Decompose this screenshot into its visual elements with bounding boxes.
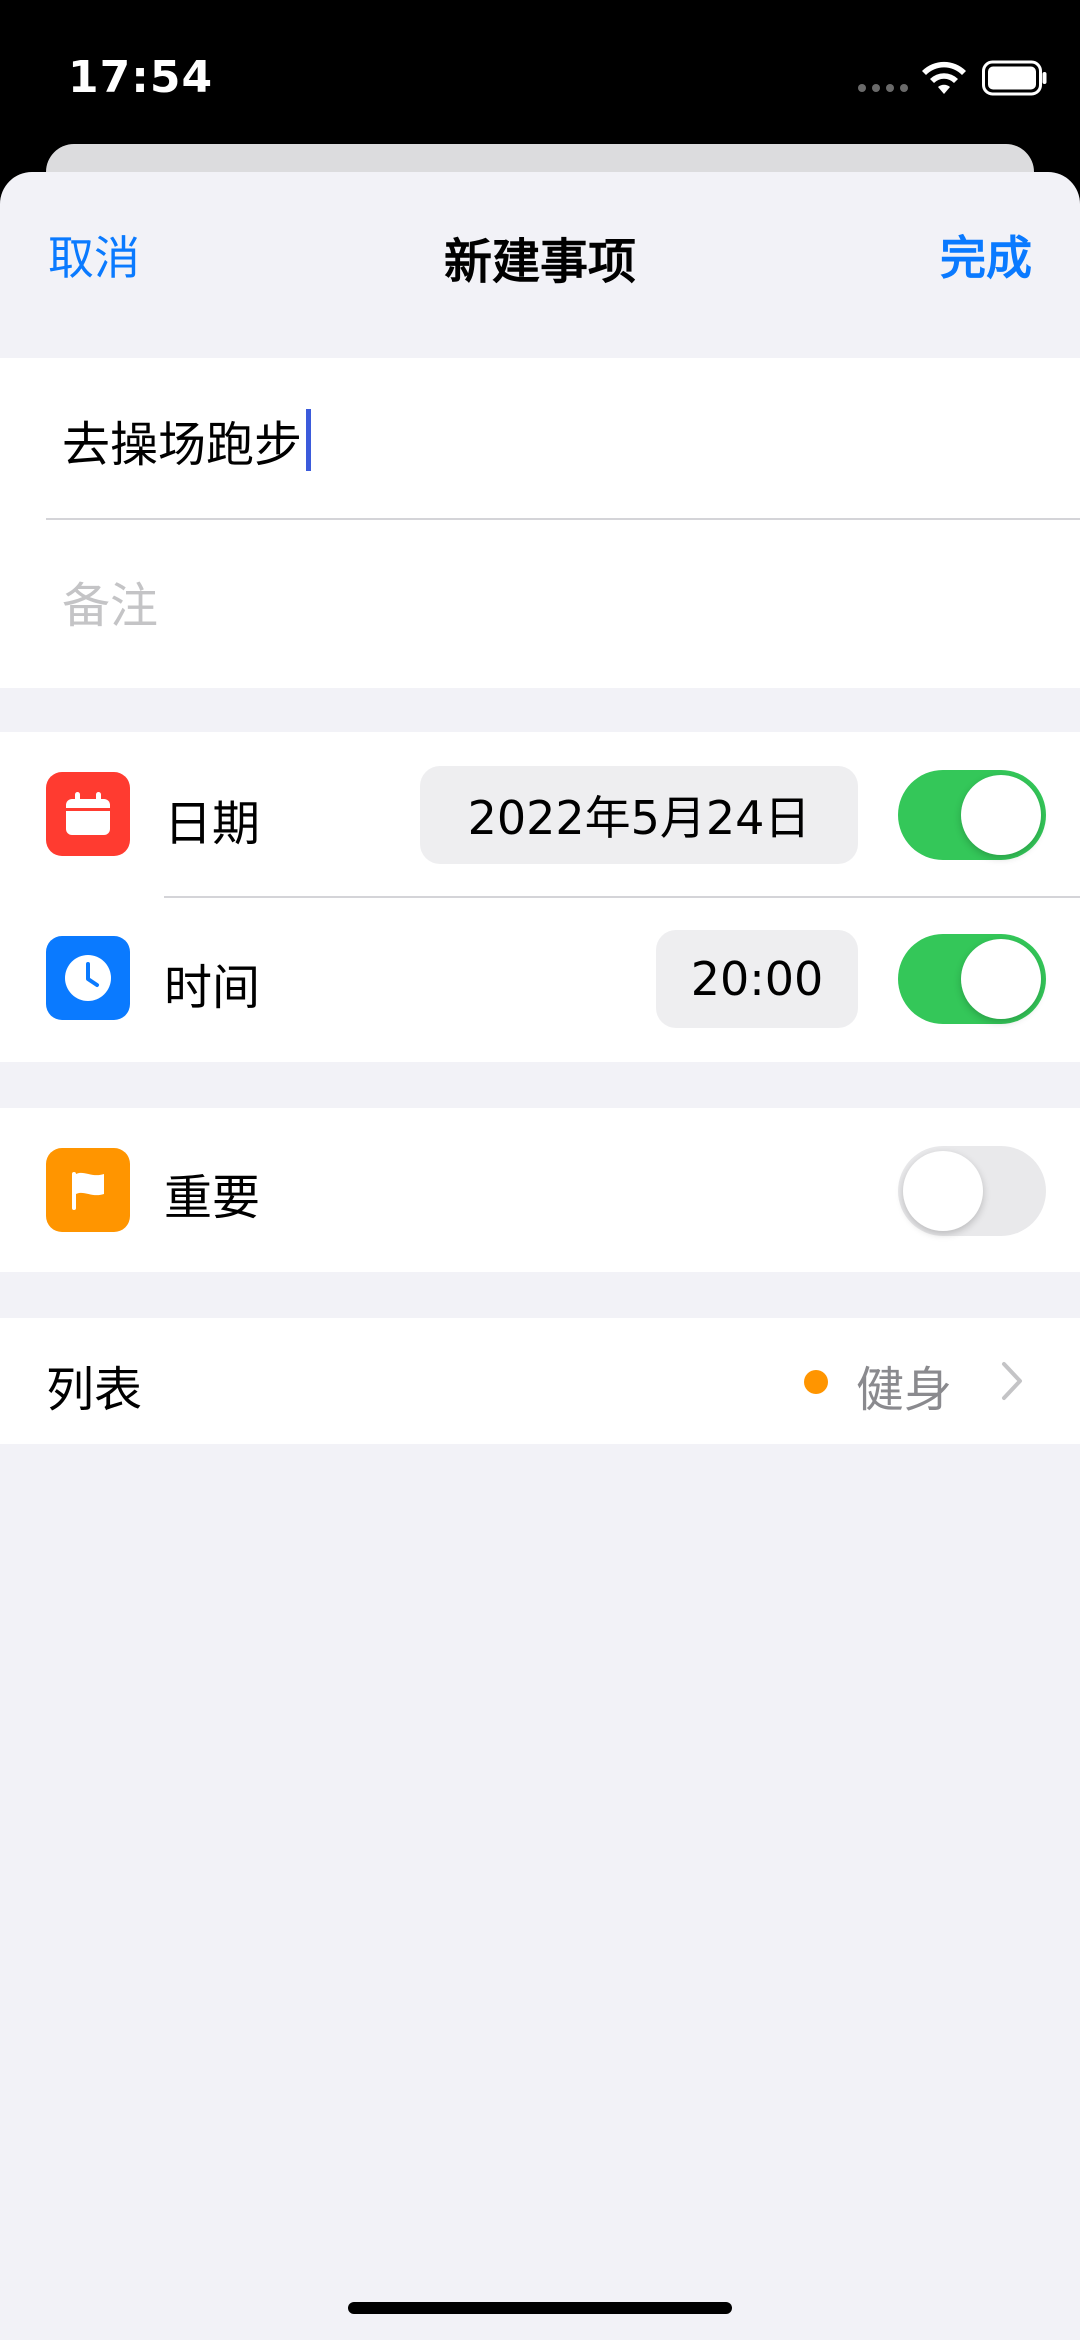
- details-group: 去操场跑步 备注: [0, 358, 1080, 688]
- flag-row: 重要: [0, 1108, 1080, 1272]
- flag-toggle[interactable]: [898, 1146, 1046, 1236]
- time-picker[interactable]: 20:00: [656, 930, 858, 1028]
- battery-icon: [982, 60, 1047, 96]
- flag-group: 重要: [0, 1108, 1080, 1272]
- clock-icon: [46, 936, 130, 1020]
- nav-bar: 取消 新建事项 完成: [0, 172, 1080, 356]
- date-picker[interactable]: 2022年5月24日: [420, 766, 858, 864]
- flag-label: 重要: [164, 1170, 261, 1226]
- date-toggle[interactable]: [898, 770, 1046, 860]
- list-row[interactable]: 列表 健身: [0, 1318, 1080, 1444]
- flag-icon: [46, 1148, 130, 1232]
- wifi-icon: [922, 61, 966, 94]
- list-color-dot: [804, 1370, 828, 1394]
- title-field-value: 去操场跑步: [62, 417, 303, 473]
- status-time: 17:54: [68, 52, 214, 103]
- status-bar: 17:54: [0, 0, 1080, 145]
- chevron-right-icon: [1002, 1362, 1022, 1400]
- date-label: 日期: [164, 796, 261, 852]
- time-label: 时间: [164, 960, 261, 1016]
- title-field[interactable]: 去操场跑步: [62, 400, 312, 480]
- time-toggle[interactable]: [898, 934, 1046, 1024]
- list-label: 列表: [46, 1362, 143, 1418]
- new-reminder-sheet: 取消 新建事项 完成 去操场跑步 备注 日期 2022年5月24日 时间 20:…: [0, 172, 1080, 2340]
- date-time-group: 日期 2022年5月24日 时间 20:00: [0, 732, 1080, 1062]
- done-button[interactable]: 完成: [940, 222, 1032, 288]
- cellular-signal-icon: [858, 84, 908, 92]
- notes-field[interactable]: 备注: [62, 566, 158, 636]
- divider: [46, 518, 1080, 520]
- date-row: 日期 2022年5月24日: [0, 732, 1080, 896]
- list-value: 健身: [856, 1362, 953, 1418]
- time-row: 时间 20:00: [0, 898, 1080, 1062]
- calendar-icon: [46, 772, 130, 856]
- text-caret: [306, 409, 312, 471]
- page-title: 新建事项: [443, 234, 636, 290]
- home-indicator[interactable]: [348, 2302, 732, 2314]
